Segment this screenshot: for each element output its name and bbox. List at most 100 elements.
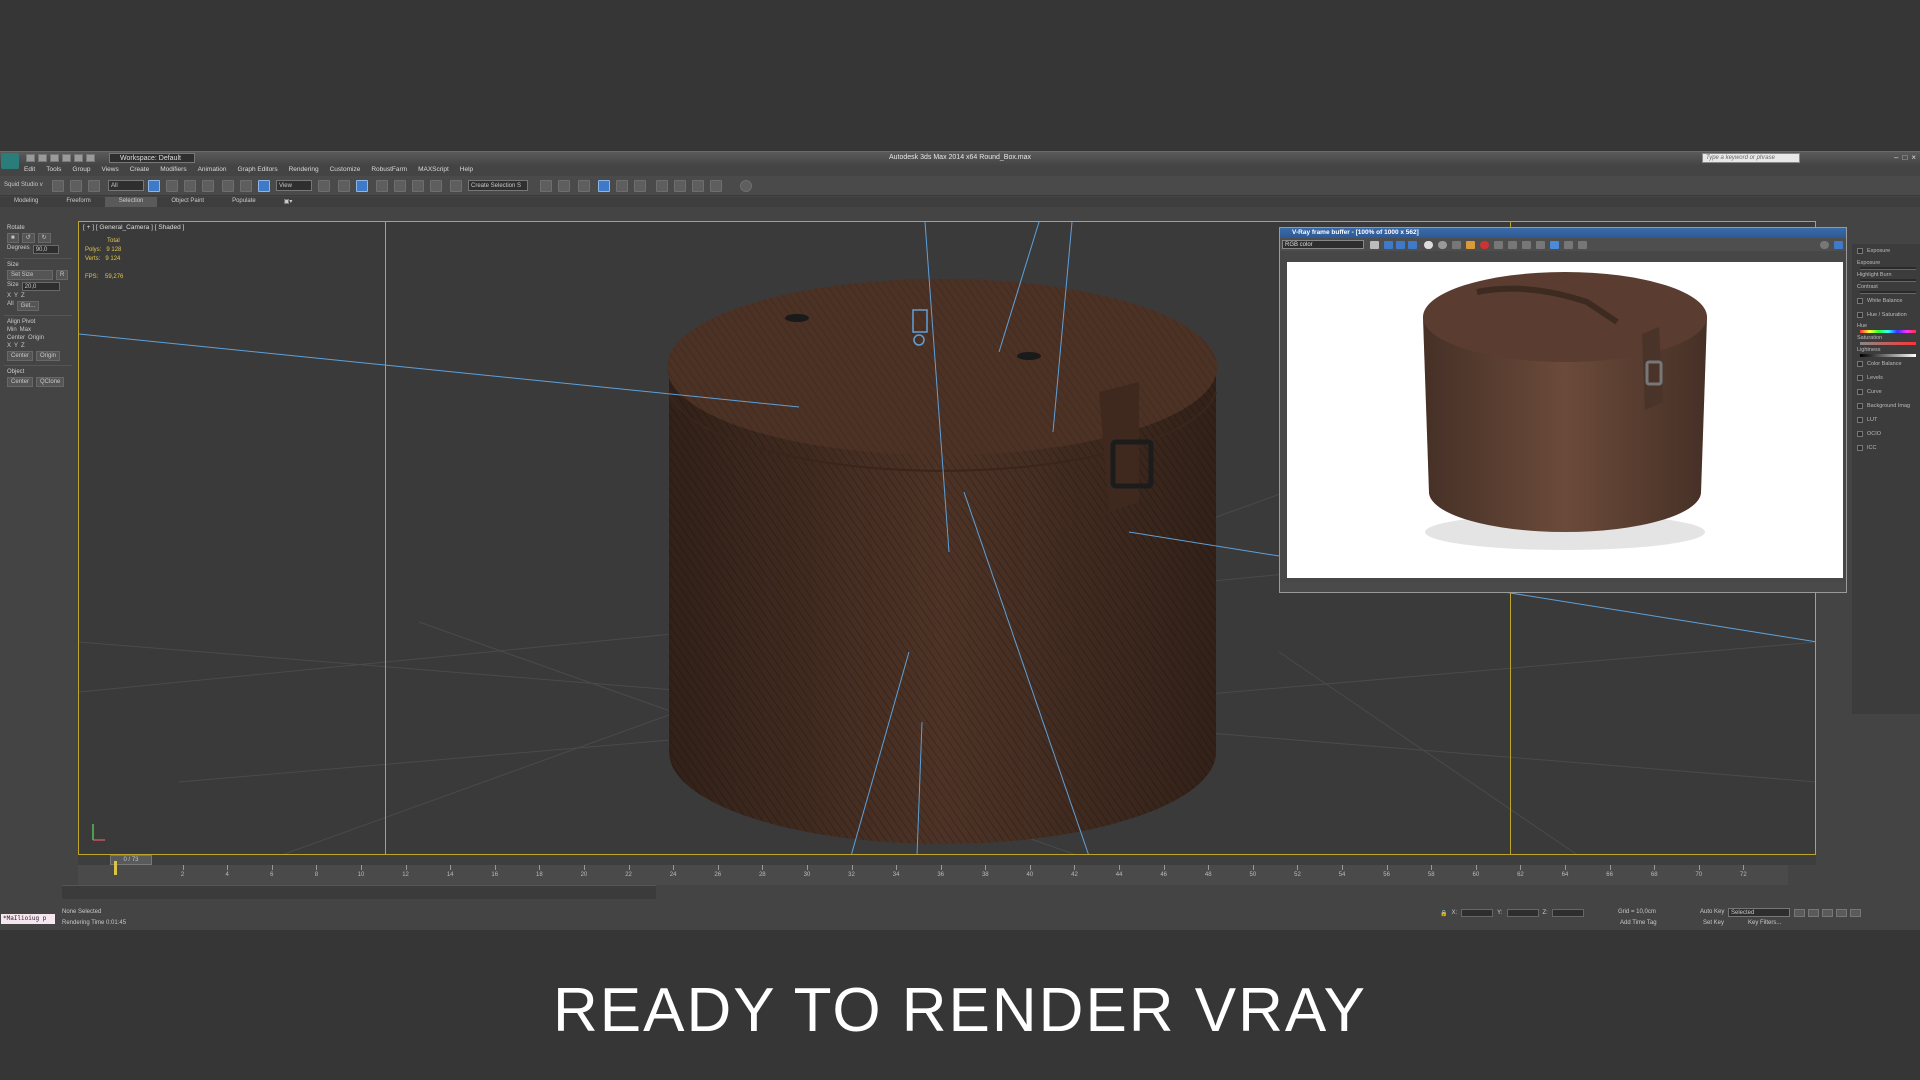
time-slider[interactable]: 0 / 73	[78, 855, 1816, 865]
minimize-icon[interactable]: –	[1894, 153, 1898, 162]
menu-customize[interactable]: Customize	[330, 166, 361, 176]
axis-y-radio[interactable]: Y	[14, 293, 18, 299]
menu-modifiers[interactable]: Modifiers	[160, 166, 186, 176]
set-size-button[interactable]: Set Size	[7, 270, 53, 280]
render-teapot-icon[interactable]	[740, 180, 752, 192]
maximize-icon[interactable]: □	[1902, 153, 1907, 162]
unlink-icon[interactable]	[70, 180, 82, 192]
next-frame-icon[interactable]	[1836, 909, 1847, 917]
viewport-label[interactable]: [ + ] [ General_Camera ] [ Shaded ]	[83, 224, 184, 231]
pivot-x-check[interactable]: X	[7, 343, 11, 349]
green-channel-icon[interactable]	[1396, 241, 1405, 249]
get-size-button[interactable]: Get...	[16, 301, 40, 311]
axis-all-radio[interactable]: All	[7, 301, 14, 311]
hue-saturation-checkbox[interactable]	[1857, 312, 1863, 318]
ocio-checkbox[interactable]	[1857, 431, 1863, 437]
link-icon[interactable]	[1522, 241, 1531, 249]
move-icon[interactable]	[222, 180, 234, 192]
red-channel-icon[interactable]	[1384, 241, 1393, 249]
graphite-ribbon-icon[interactable]	[598, 180, 610, 192]
layer-manager-icon[interactable]	[578, 180, 590, 192]
render-production-icon[interactable]	[710, 180, 722, 192]
align-icon[interactable]	[558, 180, 570, 192]
selection-region-icon[interactable]	[184, 180, 196, 192]
percent-snap-icon[interactable]	[412, 180, 424, 192]
color-balance-checkbox[interactable]	[1857, 361, 1863, 367]
qclone-button[interactable]: QClone	[36, 377, 65, 387]
pivot-min-radio[interactable]: Min	[7, 327, 17, 333]
snaps-toggle-icon[interactable]	[376, 180, 388, 192]
menu-rendering[interactable]: Rendering	[289, 166, 319, 176]
save-icon[interactable]	[1452, 241, 1461, 249]
angle-snap-icon[interactable]	[394, 180, 406, 192]
y-coord-field[interactable]	[1506, 909, 1539, 917]
pan-icon[interactable]	[1536, 241, 1545, 249]
close-icon[interactable]: ×	[1911, 153, 1916, 162]
lock-icon[interactable]: 🔒	[1440, 910, 1447, 917]
go-to-start-icon[interactable]	[1794, 909, 1805, 917]
rotate-icon[interactable]	[240, 180, 252, 192]
pivot-center-icon[interactable]	[318, 180, 330, 192]
tab-freeform[interactable]: Freeform	[52, 197, 104, 207]
select-by-name-icon[interactable]	[166, 180, 178, 192]
rotate-cw-icon[interactable]: ↻	[37, 233, 51, 243]
ribbon-options-icon[interactable]: ▣▾	[270, 197, 307, 207]
compare-icon[interactable]	[1550, 241, 1559, 249]
vfb-options-icon[interactable]	[1820, 241, 1829, 249]
white-balance-checkbox[interactable]	[1857, 298, 1863, 304]
size-field[interactable]: 20,0	[21, 282, 60, 291]
key-set-dropdown[interactable]: Selected	[1728, 908, 1790, 917]
curve-checkbox[interactable]	[1857, 389, 1863, 395]
select-manipulate-icon[interactable]	[338, 180, 350, 192]
material-editor-icon[interactable]	[656, 180, 668, 192]
alpha-channel-icon[interactable]	[1424, 241, 1433, 249]
vray-frame-buffer-window[interactable]: V-Ray frame buffer - [100% of 1000 x 562…	[1279, 227, 1847, 593]
tab-selection[interactable]: Selection	[104, 197, 158, 207]
key-filters-button[interactable]: Key Filters...	[1748, 920, 1781, 926]
blue-channel-icon[interactable]	[1408, 241, 1417, 249]
maxscript-listener-input[interactable]: *MaIlioiug p	[1, 914, 55, 924]
render-setup-icon[interactable]	[674, 180, 686, 192]
save-image-icon[interactable]	[1370, 241, 1379, 249]
load-icon[interactable]	[1466, 241, 1475, 249]
channel-dropdown[interactable]: RGB color	[1282, 240, 1364, 249]
reset-size-button[interactable]: R	[56, 270, 69, 280]
background-image-checkbox[interactable]	[1857, 403, 1863, 409]
track-bar[interactable]: 2 4 6 8 10 12 14 16 18 20 22 24 26 28 30 32 34 36 38 40 42 44…	[78, 865, 1788, 885]
set-key-button[interactable]: Set Key	[1703, 920, 1724, 926]
schematic-view-icon[interactable]	[634, 180, 646, 192]
vfb-title[interactable]: V-Ray frame buffer - [100% of 1000 x 562…	[1280, 228, 1846, 238]
vfb-panel-toggle-icon[interactable]	[1834, 241, 1843, 249]
link-icon[interactable]	[52, 180, 64, 192]
add-time-tag[interactable]: Add Time Tag	[1620, 920, 1657, 926]
rotate-mode-icon[interactable]: ■	[7, 233, 19, 243]
x-coord-field[interactable]	[1461, 909, 1494, 917]
menu-maxscript[interactable]: MAXScript	[418, 166, 449, 176]
scale-icon[interactable]	[258, 180, 270, 192]
axis-x-radio[interactable]: X	[7, 293, 11, 299]
object-center-button[interactable]: Center	[7, 377, 34, 387]
selection-filter-dropdown[interactable]: All	[108, 180, 144, 191]
menu-views[interactable]: Views	[101, 166, 118, 176]
bind-space-warp-icon[interactable]	[88, 180, 100, 192]
mirror-icon[interactable]	[540, 180, 552, 192]
pivot-center-radio[interactable]: Center	[7, 335, 25, 341]
menu-graph-editors[interactable]: Graph Editors	[238, 166, 278, 176]
pivot-center-button[interactable]: Center	[7, 351, 34, 361]
mono-icon[interactable]	[1438, 241, 1447, 249]
menu-create[interactable]: Create	[130, 166, 150, 176]
menu-edit[interactable]: Edit	[24, 166, 35, 176]
pivot-origin-button[interactable]: Origin	[36, 351, 61, 361]
degrees-field[interactable]: 90,0	[32, 245, 59, 254]
window-crossing-icon[interactable]	[202, 180, 214, 192]
reference-coord-dropdown[interactable]: View	[276, 180, 312, 191]
go-to-end-icon[interactable]	[1850, 909, 1861, 917]
pivot-z-check[interactable]: Z	[21, 343, 25, 349]
search-input[interactable]: Type a keyword or phrase	[1702, 153, 1800, 163]
keyboard-shortcut-override-icon[interactable]	[356, 180, 368, 192]
rotate-ccw-icon[interactable]: ↺	[21, 233, 35, 243]
edit-named-selection-icon[interactable]	[450, 180, 462, 192]
lut-checkbox[interactable]	[1857, 417, 1863, 423]
menu-robustfarm[interactable]: RobustFarm	[371, 166, 407, 176]
region-render-icon[interactable]	[1494, 241, 1503, 249]
